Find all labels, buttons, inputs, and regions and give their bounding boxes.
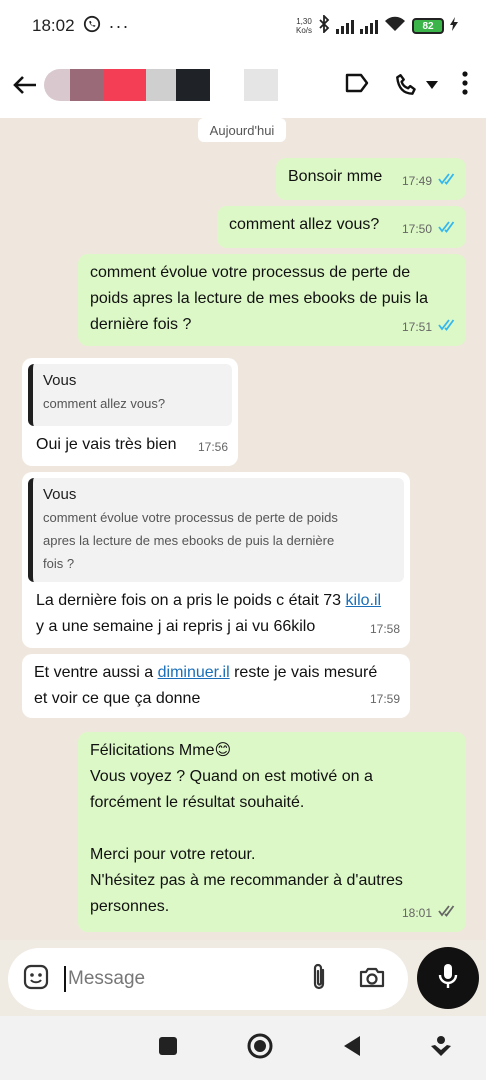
speed-unit: Ko/s — [295, 26, 312, 35]
more-options-icon[interactable] — [462, 70, 468, 100]
message-time: 17:50 — [401, 222, 432, 236]
signal-icon-2 — [360, 18, 378, 34]
message-link[interactable]: kilo.il — [346, 592, 382, 609]
recents-icon[interactable] — [158, 1036, 178, 1061]
back-nav-icon[interactable] — [342, 1035, 362, 1062]
status-left: 18:02 ··· — [32, 15, 130, 38]
message-meta: 17:59 — [370, 686, 400, 712]
system-nav-bar — [0, 1016, 486, 1080]
status-bar: 18:02 ··· 1,30 Ko/s 82 — [0, 0, 486, 52]
message-line: Et ventre aussi a diminuer.il reste je v… — [34, 660, 400, 686]
date-chip: Aujourd'hui — [198, 118, 286, 142]
quote-author: Vous — [43, 486, 77, 503]
call-icon[interactable] — [394, 72, 438, 98]
read-ticks-icon — [438, 216, 456, 242]
quoted-message[interactable]: Vous comment évolue votre processus de p… — [28, 478, 404, 582]
message-meta: 17:51 — [402, 314, 456, 340]
status-time: 18:02 — [32, 16, 75, 35]
input-icons — [310, 962, 394, 997]
call-dropdown-icon[interactable] — [426, 81, 438, 89]
message-text-suffix: reste je vais mesuré — [229, 664, 378, 681]
battery-icon: 82 — [412, 18, 444, 34]
message-outgoing[interactable]: comment allez vous? 17:50 — [217, 206, 466, 248]
delivered-ticks-icon — [438, 900, 456, 926]
read-ticks-icon — [438, 314, 456, 340]
quote-line: apres la lecture de mes ebooks de puis l… — [43, 533, 335, 548]
message-link[interactable]: diminuer.il — [158, 664, 230, 681]
message-input-bar: Message — [8, 948, 408, 1010]
message-line: Vous voyez ? Quand on est motivé on a — [90, 768, 373, 785]
whatsapp-notification-icon — [83, 15, 101, 38]
message-meta: 17:49 — [402, 168, 456, 194]
message-time: 18:01 — [401, 906, 432, 920]
message-line: y a une semaine j ai repris j ai vu 66ki… — [36, 618, 316, 635]
message-time: 17:49 — [401, 174, 432, 188]
message-time: 17:51 — [401, 320, 432, 334]
quote-line: comment évolue votre processus de perte … — [43, 510, 338, 525]
message-meta: 18:01 — [402, 900, 456, 926]
message-meta: 17:50 — [402, 216, 456, 242]
attach-icon[interactable] — [310, 962, 328, 997]
message-text-prefix: La dernière fois on a pris le poids c ét… — [36, 592, 346, 609]
message-line: et voir ce que ça donne — [34, 690, 201, 707]
chat-area[interactable]: Aujourd'hui Bonsoir mme 17:49 comment al… — [0, 118, 486, 940]
camera-icon[interactable] — [358, 965, 386, 994]
more-notifications-icon: ··· — [108, 15, 130, 36]
message-outgoing[interactable]: comment évolue votre processus de perte … — [78, 254, 466, 346]
message-text: Oui je vais très bien — [36, 436, 177, 453]
status-right: 1,30 Ko/s 82 — [296, 13, 458, 38]
message-incoming[interactable]: Et ventre aussi a diminuer.il reste je v… — [22, 654, 410, 718]
message-time: 17:56 — [197, 440, 228, 454]
bluetooth-icon — [318, 13, 330, 38]
voice-message-button[interactable] — [417, 947, 479, 1009]
message-incoming[interactable]: Vous comment évolue votre processus de p… — [22, 472, 410, 648]
message-outgoing[interactable]: Félicitations Mme😊 Vous voyez ? Quand on… — [78, 732, 466, 932]
message-text: Bonsoir mme — [288, 168, 383, 185]
speed-value: 1,30 — [296, 17, 312, 26]
message-line — [90, 816, 456, 842]
message-line: forcément le résultat souhaité. — [90, 794, 305, 811]
message-incoming[interactable]: Vous comment allez vous? Oui je vais trè… — [22, 358, 238, 466]
message-time: 17:58 — [369, 622, 400, 636]
message-line: poids apres la lecture de mes ebooks de … — [90, 290, 428, 307]
chat-header — [0, 52, 486, 118]
header-actions — [344, 70, 476, 100]
message-input[interactable]: Message — [64, 966, 310, 992]
message-meta: 17:58 — [370, 616, 400, 642]
message-meta: 17:56 — [198, 434, 228, 460]
network-speed: 1,30 Ko/s — [296, 17, 312, 35]
message-line: comment évolue votre processus de perte … — [90, 264, 411, 281]
message-line: N'hésitez pas à me recommander à d'autre… — [90, 872, 403, 889]
message-line: La dernière fois on a pris le poids c ét… — [28, 588, 404, 614]
quote-text: comment allez vous? — [43, 396, 166, 411]
signal-icon-1 — [336, 18, 354, 34]
wifi-icon — [384, 16, 406, 37]
message-outgoing[interactable]: Bonsoir mme 17:49 — [276, 158, 466, 200]
sticker-icon[interactable] — [22, 963, 50, 996]
message-text: comment allez vous? — [229, 216, 380, 233]
microphone-icon — [437, 962, 459, 995]
label-icon[interactable] — [344, 72, 370, 99]
quote-author: Vous — [43, 372, 77, 389]
quote-line: fois ? — [43, 556, 75, 571]
message-text-prefix: Et ventre aussi a — [34, 664, 158, 681]
back-arrow-icon[interactable] — [10, 70, 40, 100]
quoted-message[interactable]: Vous comment allez vous? — [28, 364, 232, 426]
message-line: Félicitations Mme😊 — [90, 742, 232, 759]
assistant-icon[interactable] — [430, 1035, 452, 1062]
message-time: 17:59 — [369, 692, 400, 706]
charging-icon — [450, 16, 458, 36]
home-icon[interactable] — [246, 1032, 274, 1065]
message-line: Merci pour votre retour. — [90, 846, 256, 863]
contact-name-redacted[interactable] — [44, 67, 278, 103]
read-ticks-icon — [438, 168, 456, 194]
